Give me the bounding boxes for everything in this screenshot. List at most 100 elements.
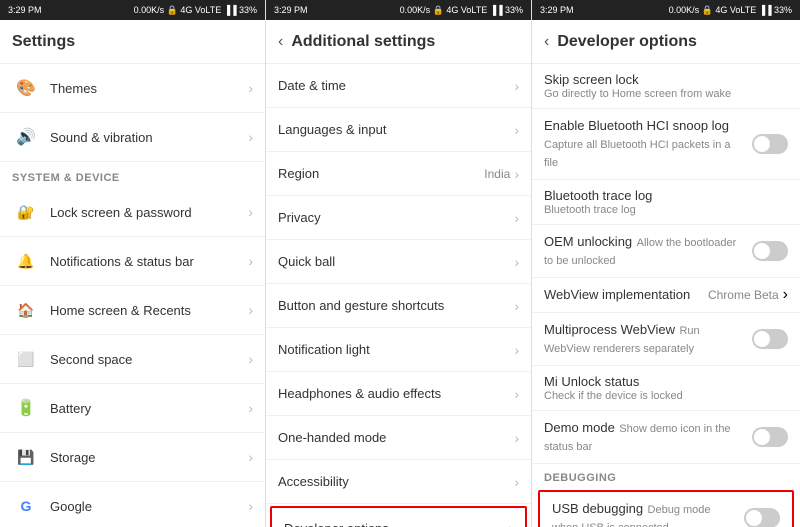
storage-icon: 💾 [12,443,40,471]
chevron-icon: › [248,449,253,465]
battery-icon: 🔋 [12,394,40,422]
chevron-icon: › [248,129,253,145]
dev-item-bt-hci[interactable]: Enable Bluetooth HCI snoop log Capture a… [532,109,800,180]
menu-item-languages[interactable]: Languages & input › [266,108,531,152]
lock-icon: 🔐 [12,198,40,226]
icons-3: 0.00K/s 🔒 4G VoLTE ▐▐ 33% [669,5,792,16]
menu-item-themes[interactable]: 🎨 Themes › [0,64,265,113]
menu-item-quick-ball[interactable]: Quick ball › [266,240,531,284]
usb-debug-title: USB debugging [552,501,643,516]
system-section-label: SYSTEM & DEVICE [0,162,265,188]
additional-settings-title: Additional settings [291,33,435,51]
dev-item-bt-trace[interactable]: Bluetooth trace log Bluetooth trace log [532,180,800,225]
menu-item-headphones[interactable]: Headphones & audio effects › [266,372,531,416]
menu-item-region[interactable]: Region India › [266,152,531,196]
additional-settings-header: ‹ Additional settings [266,20,531,64]
chevron-icon: › [508,520,513,527]
menu-item-developer-options[interactable]: Developer options › [270,506,527,527]
chevron-icon: › [514,78,519,94]
dev-item-skip-lock[interactable]: Skip screen lock Go directly to Home scr… [532,64,800,109]
back-arrow-icon-2[interactable]: ‹ [544,33,549,51]
storage-label: Storage [50,450,244,465]
time-1: 3:29 PM [8,5,42,15]
google-icon: G [12,492,40,520]
menu-item-second-space[interactable]: ⬜ Second space › [0,335,265,384]
skip-lock-title: Skip screen lock [544,72,788,87]
button-gesture-label: Button and gesture shortcuts [278,298,510,313]
quick-ball-label: Quick ball [278,254,510,269]
status-bar-1: 3:29 PM 0.00K/s 🔒 4G VoLTE ▐▐ 33% [0,0,265,20]
status-bar-3: 3:29 PM 0.00K/s 🔒 4G VoLTE ▐▐ 33% [532,0,800,20]
bt-hci-toggle[interactable] [752,134,788,154]
notification-light-label: Notification light [278,342,510,357]
chevron-icon: › [514,166,519,182]
usb-debug-toggle[interactable] [744,508,780,527]
dev-item-mi-unlock[interactable]: Mi Unlock status Check if the device is … [532,366,800,411]
demo-toggle[interactable] [752,427,788,447]
chevron-icon: › [514,298,519,314]
time-2: 3:29 PM [274,5,308,15]
chevron-icon: › [514,342,519,358]
chevron-icon: › [514,210,519,226]
menu-item-date-time[interactable]: Date & time › [266,64,531,108]
notif-icon: 🔔 [12,247,40,275]
menu-item-notif[interactable]: 🔔 Notifications & status bar › [0,237,265,286]
chevron-icon: › [514,474,519,490]
one-handed-label: One-handed mode [278,430,510,445]
chevron-icon: › [783,286,788,304]
mi-unlock-title: Mi Unlock status [544,374,788,389]
skip-lock-sub: Go directly to Home screen from wake [544,88,788,100]
region-value: India [484,167,510,181]
menu-item-home[interactable]: 🏠 Home screen & Recents › [0,286,265,335]
panel-additional-settings: 3:29 PM 0.00K/s 🔒 4G VoLTE ▐▐ 33% ‹ Addi… [266,0,532,527]
dev-item-demo[interactable]: Demo mode Show demo icon in the status b… [532,411,800,464]
dev-item-oem[interactable]: OEM unlocking Allow the bootloader to be… [532,225,800,278]
settings-content: 🎨 Themes › 🔊 Sound & vibration › SYSTEM … [0,64,265,527]
menu-item-privacy[interactable]: Privacy › [266,196,531,240]
dev-item-usb-debugging[interactable]: USB debugging Debug mode when USB is con… [538,490,794,527]
second-space-label: Second space [50,352,244,367]
menu-item-google[interactable]: G Google › [0,482,265,527]
sound-icon: 🔊 [12,123,40,151]
back-arrow-icon[interactable]: ‹ [278,33,283,51]
menu-item-accessibility[interactable]: Accessibility › [266,460,531,504]
chevron-icon: › [248,204,253,220]
menu-item-storage[interactable]: 💾 Storage › [0,433,265,482]
webview-title: WebView implementation [544,287,690,302]
privacy-label: Privacy [278,210,510,225]
panel-developer-options: 3:29 PM 0.00K/s 🔒 4G VoLTE ▐▐ 33% ‹ Deve… [532,0,800,527]
dev-item-webview[interactable]: WebView implementation Chrome Beta › [532,278,800,313]
menu-item-lock[interactable]: 🔐 Lock screen & password › [0,188,265,237]
chevron-icon: › [248,351,253,367]
home-label: Home screen & Recents [50,303,244,318]
developer-options-header: ‹ Developer options [532,20,800,64]
lock-label: Lock screen & password [50,205,244,220]
dev-item-multiprocess[interactable]: Multiprocess WebView Run WebView rendere… [532,313,800,366]
settings-header: Settings [0,20,265,64]
icons-2: 0.00K/s 🔒 4G VoLTE ▐▐ 33% [400,5,523,16]
space-icon: ⬜ [12,345,40,373]
menu-item-button-gesture[interactable]: Button and gesture shortcuts › [266,284,531,328]
menu-item-sound[interactable]: 🔊 Sound & vibration › [0,113,265,162]
menu-item-notification-light[interactable]: Notification light › [266,328,531,372]
home-icon: 🏠 [12,296,40,324]
chevron-icon: › [248,253,253,269]
icons-1: 0.00K/s 🔒 4G VoLTE ▐▐ 33% [134,5,257,16]
bt-trace-title: Bluetooth trace log [544,188,788,203]
multiprocess-toggle[interactable] [752,329,788,349]
panels-container: 3:29 PM 0.00K/s 🔒 4G VoLTE ▐▐ 33% Settin… [0,0,800,527]
bt-trace-sub: Bluetooth trace log [544,204,788,216]
chevron-icon: › [514,254,519,270]
developer-options-label: Developer options [284,521,504,527]
themes-label: Themes [50,81,244,96]
date-time-label: Date & time [278,78,510,93]
menu-item-one-handed[interactable]: One-handed mode › [266,416,531,460]
sound-label: Sound & vibration [50,130,244,145]
themes-icon: 🎨 [12,74,40,102]
oem-toggle[interactable] [752,241,788,261]
time-3: 3:29 PM [540,5,574,15]
developer-options-content: Skip screen lock Go directly to Home scr… [532,64,800,527]
demo-title: Demo mode [544,420,615,435]
languages-label: Languages & input [278,122,510,137]
menu-item-battery[interactable]: 🔋 Battery › [0,384,265,433]
